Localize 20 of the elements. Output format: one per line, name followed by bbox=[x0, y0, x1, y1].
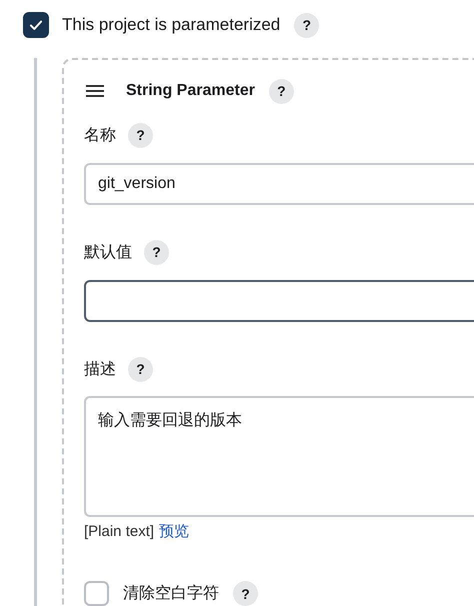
help-button[interactable]: ? bbox=[144, 240, 169, 264]
input-field[interactable] bbox=[84, 280, 474, 322]
field-label: 描述 bbox=[84, 360, 116, 380]
text-area[interactable]: 输入需要回退的版本 bbox=[84, 396, 474, 517]
checkbox-label: This project is parameterized bbox=[62, 15, 280, 35]
field-label: 名称 bbox=[84, 126, 116, 146]
format-note: [Plain text] bbox=[84, 523, 154, 540]
preview-link[interactable]: 预览 bbox=[159, 523, 190, 540]
help-button[interactable]: ? bbox=[268, 78, 294, 104]
help-button[interactable]: ? bbox=[128, 356, 153, 382]
drag-handle-icon[interactable] bbox=[86, 85, 104, 97]
help-button[interactable]: ? bbox=[233, 581, 258, 606]
help-button[interactable]: ? bbox=[128, 122, 153, 148]
checkbox[interactable] bbox=[84, 581, 109, 606]
checkbox[interactable] bbox=[23, 12, 49, 38]
field-label: 默认值 bbox=[84, 242, 132, 262]
help-button[interactable]: ? bbox=[294, 12, 320, 38]
parameter-title: String Parameter bbox=[126, 82, 255, 100]
checkbox-label: 清除空白字符 bbox=[123, 584, 219, 604]
input-field[interactable]: git_version bbox=[84, 163, 474, 205]
